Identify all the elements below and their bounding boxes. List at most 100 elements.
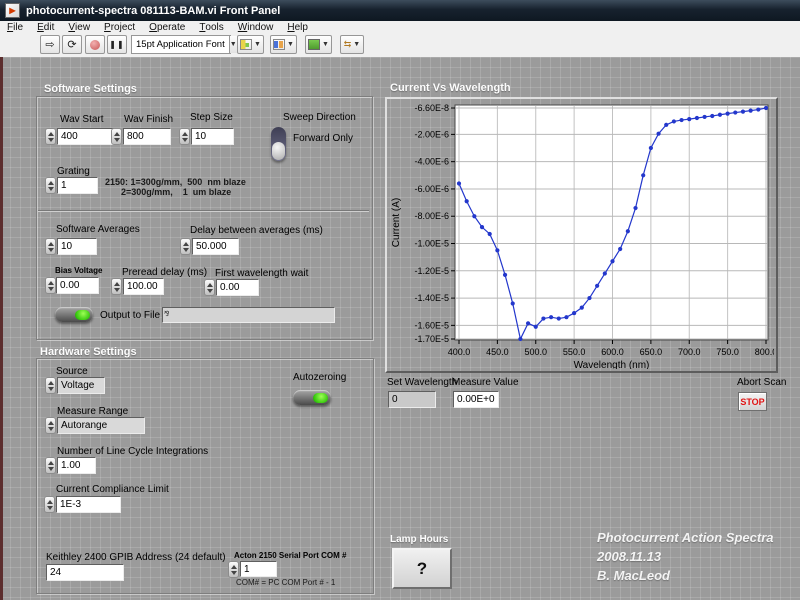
lamp-hours-label: Lamp Hours <box>390 534 448 545</box>
menu-tools[interactable]: Tools <box>192 21 230 34</box>
preread-delay-label: Preread delay (ms) <box>122 267 207 278</box>
output-to-file-toggle[interactable] <box>55 307 93 322</box>
svg-text:-1.70E-5: -1.70E-5 <box>414 334 449 344</box>
measure-range-label: Measure Range <box>57 406 128 417</box>
line-cycle-integrations-spinner[interactable] <box>45 457 56 474</box>
source-label: Source <box>56 366 88 377</box>
set-wavelength-field: 0 <box>388 391 436 408</box>
title-bar: ▶ photocurrent-spectra 081113-BAM.vi Fro… <box>0 0 800 21</box>
led-green-icon <box>75 310 90 320</box>
menu-window[interactable]: Window <box>231 21 281 34</box>
lamp-hours-button[interactable]: ? <box>392 548 452 589</box>
switch-knob <box>272 142 285 160</box>
line-cycle-integrations-field[interactable]: 1.00 <box>57 457 96 474</box>
acton-com-field[interactable]: 1 <box>240 561 277 577</box>
acton-com-label: Acton 2150 Serial Port COM # <box>234 551 346 560</box>
chart-svg[interactable]: -6.60E-8-2.00E-6-4.00E-6-6.00E-6-8.00E-6… <box>385 97 774 369</box>
step-size-field[interactable]: 10 <box>191 128 234 145</box>
run-button[interactable]: ⇨ <box>40 35 60 54</box>
svg-text:450.0: 450.0 <box>486 347 509 357</box>
svg-text:-6.60E-8: -6.60E-8 <box>414 103 449 113</box>
bias-voltage-spinner[interactable] <box>45 277 56 294</box>
wav-finish-spinner[interactable] <box>111 128 122 145</box>
software-settings-title: Software Settings <box>44 83 137 95</box>
menu-edit[interactable]: Edit <box>30 21 61 34</box>
wav-start-spinner[interactable] <box>45 128 56 145</box>
bias-voltage-field[interactable]: 0.00 <box>56 277 99 294</box>
resize-objects-button[interactable]: ▼ <box>305 35 332 54</box>
first-wavelength-wait-spinner[interactable] <box>204 279 215 296</box>
menu-help[interactable]: Help <box>280 21 315 34</box>
measure-range-field[interactable]: Autorange <box>57 417 145 434</box>
bias-voltage-label: Bias Voltage <box>55 266 102 275</box>
distribute-objects-button[interactable]: ▼ <box>270 35 297 54</box>
pause-button[interactable]: ❚❚ <box>107 35 127 54</box>
labview-icon: ▶ <box>5 3 20 18</box>
svg-text:Wavelength (nm): Wavelength (nm) <box>574 360 650 369</box>
menu-view[interactable]: View <box>61 21 97 34</box>
toolbar: ⇨ ⟳ ❚❚ 15pt Application Font ▼ ▼ ▼ ▼ ⇆ ▼ <box>0 34 800 58</box>
hardware-settings-title: Hardware Settings <box>40 346 137 358</box>
menu-project[interactable]: Project <box>97 21 142 34</box>
current-compliance-limit-spinner[interactable] <box>44 496 55 513</box>
window-left-border <box>0 57 3 600</box>
delay-between-averages-label: Delay between averages (ms) <box>190 225 323 236</box>
reorder-button[interactable]: ⇆ ▼ <box>340 35 364 54</box>
signature-line2: 2008.11.13 <box>597 549 661 564</box>
source-field[interactable]: Voltage <box>57 377 105 394</box>
set-wavelength-label: Set Wavelength <box>387 377 457 388</box>
acton-com-spinner[interactable] <box>228 561 239 578</box>
svg-text:Current (A): Current (A) <box>391 198 402 247</box>
svg-text:400.0: 400.0 <box>448 347 471 357</box>
svg-text:600.0: 600.0 <box>601 347 624 357</box>
preread-delay-field[interactable]: 100.00 <box>123 278 164 295</box>
sweep-direction-switch[interactable] <box>271 127 286 161</box>
resize-objects-icon <box>308 39 320 50</box>
wav-start-label: Wav Start <box>60 114 104 125</box>
first-wavelength-wait-label: First wavelength wait <box>215 268 308 279</box>
menu-operate[interactable]: Operate <box>142 21 192 34</box>
keithley-gpib-field[interactable]: 24 <box>46 564 124 581</box>
grating-spinner[interactable] <box>45 177 56 194</box>
current-compliance-limit-field[interactable]: 1E-3 <box>56 496 121 513</box>
preread-delay-spinner[interactable] <box>111 278 122 295</box>
path-icon: ⅋ <box>164 310 169 318</box>
svg-text:500.0: 500.0 <box>524 347 547 357</box>
led-green-icon <box>313 393 328 403</box>
menu-file[interactable]: File <box>0 21 30 34</box>
svg-text:-1.40E-5: -1.40E-5 <box>414 293 449 303</box>
grating-field[interactable]: 1 <box>57 177 98 194</box>
menu-bar: File Edit View Project Operate Tools Win… <box>0 21 800 35</box>
run-continuous-button[interactable]: ⟳ <box>62 35 82 54</box>
measure-range-spinner[interactable] <box>45 417 56 434</box>
svg-text:-8.00E-6: -8.00E-6 <box>414 211 449 221</box>
svg-text:-1.20E-5: -1.20E-5 <box>414 266 449 276</box>
source-spinner[interactable] <box>45 377 56 394</box>
software-averages-field[interactable]: 10 <box>57 238 97 255</box>
align-objects-icon <box>240 39 252 50</box>
sweep-direction-label: Sweep Direction <box>283 112 356 123</box>
measure-value-field: 0.00E+0 <box>453 391 499 408</box>
svg-text:650.0: 650.0 <box>640 347 663 357</box>
abort-scan-label: Abort Scan <box>737 377 786 388</box>
wav-finish-field[interactable]: 800 <box>123 128 171 145</box>
delay-between-averages-spinner[interactable] <box>180 238 191 255</box>
software-averages-spinner[interactable] <box>45 238 56 255</box>
svg-text:700.0: 700.0 <box>678 347 701 357</box>
autozeroing-toggle[interactable] <box>293 390 331 405</box>
abort-button[interactable] <box>85 35 105 54</box>
abort-icon <box>90 40 100 50</box>
svg-text:750.0: 750.0 <box>716 347 739 357</box>
align-objects-button[interactable]: ▼ <box>237 35 264 54</box>
step-size-spinner[interactable] <box>179 128 190 145</box>
font-selector[interactable]: 15pt Application Font ▼ <box>131 35 231 54</box>
signature-line3: B. MacLeod <box>597 568 670 583</box>
output-file-path-field[interactable]: ⅋ <box>162 307 335 323</box>
svg-text:800.0: 800.0 <box>755 347 774 357</box>
first-wavelength-wait-field[interactable]: 0.00 <box>216 279 259 296</box>
current-compliance-limit-label: Current Compliance Limit <box>56 484 169 495</box>
stop-button[interactable]: STOP <box>738 392 767 411</box>
autozeroing-label: Autozeroing <box>293 372 346 383</box>
step-size-label: Step Size <box>190 112 233 123</box>
delay-between-averages-field[interactable]: 50.000 <box>192 238 239 255</box>
